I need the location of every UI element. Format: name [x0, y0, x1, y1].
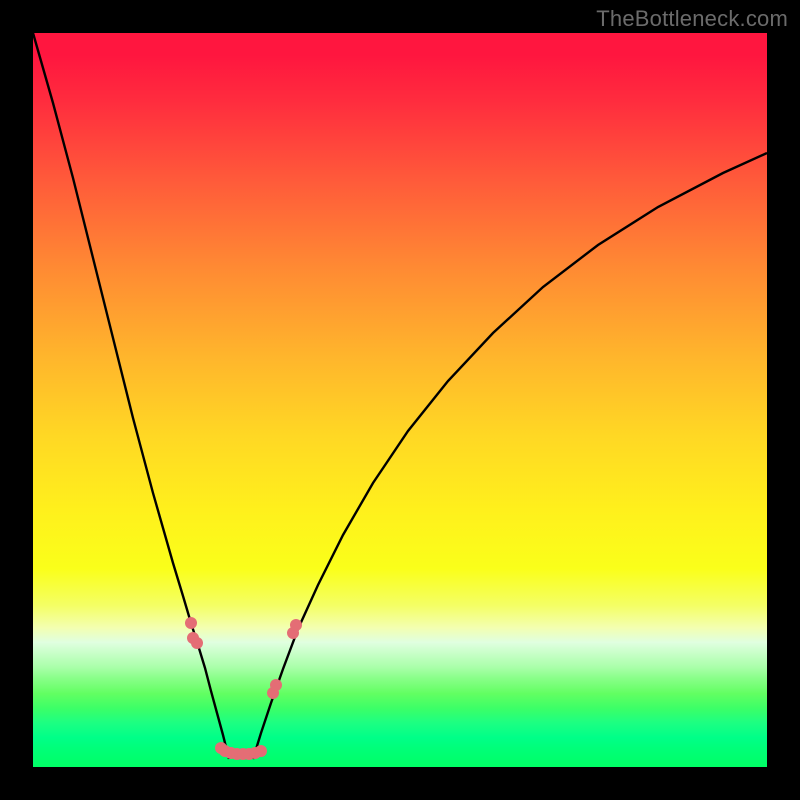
marker-dot	[270, 679, 282, 691]
curve-layer	[33, 33, 767, 767]
marker-dot	[255, 745, 267, 757]
curve-right	[253, 153, 767, 759]
marker-dot	[185, 617, 197, 629]
marker-group	[185, 617, 302, 760]
marker-dot	[191, 637, 203, 649]
chart-frame: TheBottleneck.com	[0, 0, 800, 800]
curve-left	[33, 33, 229, 759]
marker-dot	[290, 619, 302, 631]
watermark-text: TheBottleneck.com	[596, 6, 788, 32]
